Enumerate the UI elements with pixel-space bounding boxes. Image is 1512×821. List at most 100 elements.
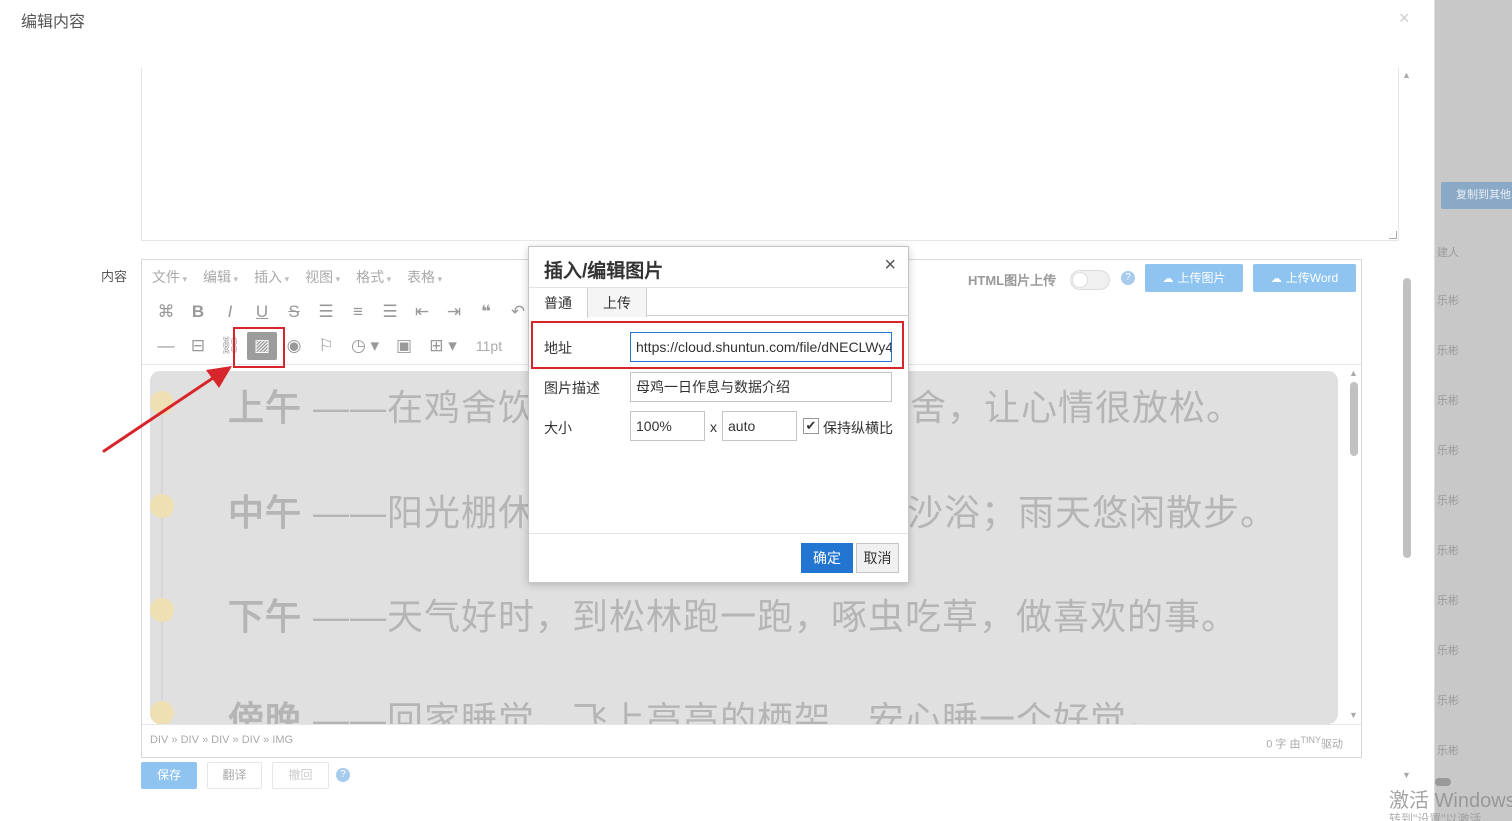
modal-scroll-up-icon[interactable]: ▲ (1402, 70, 1411, 80)
dialog-tabs: 普通 上传 (529, 287, 908, 318)
schedule-desc: ——在鸡舍饮 (302, 387, 536, 428)
menu-table[interactable]: 表格 (407, 267, 442, 287)
cancel-button[interactable]: 取消 (856, 543, 899, 573)
backdrop-label: 乐彬 (1437, 295, 1459, 307)
toolbar-row-2: — ⊟ ⛓ ▨ ◉ ⚐ ◷ ▾ ▣ ⊞ ▾ 11pt (150, 332, 512, 360)
copy-to-other-button: 复制到其他 (1441, 182, 1512, 209)
outdent-icon[interactable]: ⇤ (406, 299, 438, 325)
backdrop-label: 乐彬 (1437, 545, 1459, 557)
help-icon[interactable]: ? (1121, 271, 1135, 285)
powered-suffix: 驱动 (1321, 738, 1343, 751)
schedule-time: 下午 (228, 596, 303, 637)
help-icon[interactable]: ? (336, 768, 350, 782)
timeline-dot (150, 598, 174, 622)
backdrop-label: 乐彬 (1437, 745, 1459, 757)
backdrop-label: 乐彬 (1437, 345, 1459, 357)
windows-activation-subtext: 转到"设置"以激活 (1389, 812, 1482, 821)
scroll-up-icon[interactable]: ▲ (1349, 368, 1358, 378)
keep-ratio-checkbox[interactable]: ✔ (803, 418, 819, 434)
dialog-close-icon[interactable]: × (884, 254, 896, 277)
summary-textarea[interactable] (141, 68, 1399, 241)
save-button[interactable]: 保存 (141, 762, 197, 789)
translate-button[interactable]: 翻译 (207, 762, 262, 789)
modal-scrollbar[interactable] (1403, 278, 1411, 558)
menu-file[interactable]: 文件 (152, 267, 187, 287)
size-separator: x (710, 419, 717, 435)
align-center-icon[interactable]: ≡ (342, 299, 374, 325)
dialog-footer-divider (529, 533, 908, 534)
media-icon[interactable]: ▣ (388, 333, 420, 359)
ok-button[interactable]: 确定 (801, 543, 853, 573)
toolbar-row-1: ⌘ B I U S ☰ ≡ ☰ ⇤ ⇥ ❝ ↶ (150, 299, 534, 325)
image-description-input[interactable]: 母鸡一日作息与数据介绍 (630, 372, 892, 402)
schedule-desc: ——回家睡觉，飞上高高的栖架，安心睡一个好觉。 (302, 699, 1165, 724)
schedule-time: 傍晚 (228, 699, 303, 724)
editor-statusbar: DIV » DIV » DIV » DIV » IMG 0 字 由TINY驱动 (142, 724, 1361, 757)
align-left-icon[interactable]: ☰ (310, 299, 342, 325)
align-right-icon[interactable]: ☰ (374, 299, 406, 325)
scroll-thumb[interactable] (1350, 382, 1358, 456)
find-replace-icon[interactable]: ⌘ (150, 299, 182, 325)
schedule-desc: ——天气好时，到松林跑一跑，啄虫吃草，做喜欢的事。 (302, 596, 1239, 637)
schedule-line-morning: 上午 ——在鸡舍饮 (228, 379, 535, 431)
menu-format[interactable]: 格式 (356, 267, 391, 287)
timeline-line (161, 391, 163, 724)
menu-edit[interactable]: 编辑 (203, 267, 238, 287)
strikethrough-icon[interactable]: S (278, 299, 310, 325)
keep-ratio-label: 保持纵横比 (823, 420, 893, 436)
cloud-upload-icon: ☁ (1162, 273, 1174, 285)
html-image-upload-label: HTML图片上传 (968, 273, 1057, 288)
backdrop-label: 乐彬 (1437, 595, 1459, 607)
italic-icon[interactable]: I (214, 299, 246, 325)
html-image-upload-toggle[interactable] (1070, 270, 1110, 290)
schedule-desc: ——阳光棚休 (302, 492, 536, 533)
revert-button[interactable]: 撤回 (272, 762, 329, 789)
schedule-line-noon-tail: 沙浴；雨天悠闲散步。 (907, 492, 1278, 533)
backdrop-label: 建人 (1437, 247, 1459, 259)
underline-icon[interactable]: U (246, 299, 278, 325)
powered-by-tiny[interactable]: TINY (1300, 735, 1321, 745)
windows-activation-watermark: 激活 Windows (1389, 790, 1512, 812)
modal-close-icon[interactable]: × (1399, 8, 1410, 29)
tab-upload[interactable]: 上传 (588, 288, 647, 317)
content-label: 内容 (101, 269, 128, 284)
url-highlight-box (531, 321, 904, 369)
dialog-title: 插入/编辑图片 (544, 261, 664, 282)
bookmark-icon[interactable]: ⚐ (310, 333, 342, 359)
bold-icon[interactable]: B (182, 299, 214, 325)
menu-view[interactable]: 视图 (305, 267, 340, 287)
upload-image-button[interactable]: ☁ 上传图片 (1145, 264, 1243, 292)
insert-datetime-icon[interactable]: ◷ ▾ (342, 333, 388, 359)
blockquote-icon[interactable]: ❝ (470, 299, 502, 325)
word-count: 0 字 由TINY驱动 (1266, 735, 1343, 752)
resize-handle-icon[interactable] (1389, 231, 1397, 239)
image-button-highlight-box (233, 327, 285, 368)
tab-general[interactable]: 普通 (529, 288, 588, 318)
upload-word-button[interactable]: ☁ 上传Word (1253, 264, 1356, 292)
schedule-line-evening: 傍晚 ——回家睡觉，飞上高高的栖架，安心睡一个好觉。 (228, 691, 1164, 724)
schedule-line-noon: 中午 ——阳光棚休 (228, 484, 535, 536)
font-size-select[interactable]: 11pt (466, 333, 512, 359)
backdrop-label: 乐彬 (1437, 695, 1459, 707)
word-count-text: 0 字 由 (1266, 738, 1301, 751)
backdrop-label: 乐彬 (1437, 445, 1459, 457)
horizontal-rule-icon[interactable]: — (150, 333, 182, 359)
toggle-knob (1072, 272, 1088, 288)
element-path: DIV » DIV » DIV » DIV » IMG (150, 734, 294, 746)
cloud-upload-icon: ☁ (1270, 273, 1282, 285)
editor-scrollbar[interactable]: ▲ ▼ (1348, 368, 1360, 720)
image-height-input[interactable]: auto (722, 411, 797, 441)
indent-icon[interactable]: ⇥ (438, 299, 470, 325)
schedule-line-afternoon: 下午 ——天气好时，到松林跑一跑，啄虫吃草，做喜欢的事。 (228, 588, 1238, 640)
backdrop-label: 乐彬 (1437, 495, 1459, 507)
schedule-time: 中午 (228, 492, 303, 533)
menu-insert[interactable]: 插入 (254, 267, 289, 287)
modal-scroll-down-icon[interactable]: ▼ (1402, 770, 1411, 780)
page-break-icon[interactable]: ⊟ (182, 333, 214, 359)
upload-image-label: 上传图片 (1177, 271, 1226, 285)
timeline-dot (150, 701, 174, 724)
schedule-time: 上午 (228, 387, 303, 428)
table-icon[interactable]: ⊞ ▾ (420, 333, 466, 359)
image-width-input[interactable]: 100% (630, 411, 705, 441)
scroll-down-icon[interactable]: ▼ (1349, 710, 1358, 720)
